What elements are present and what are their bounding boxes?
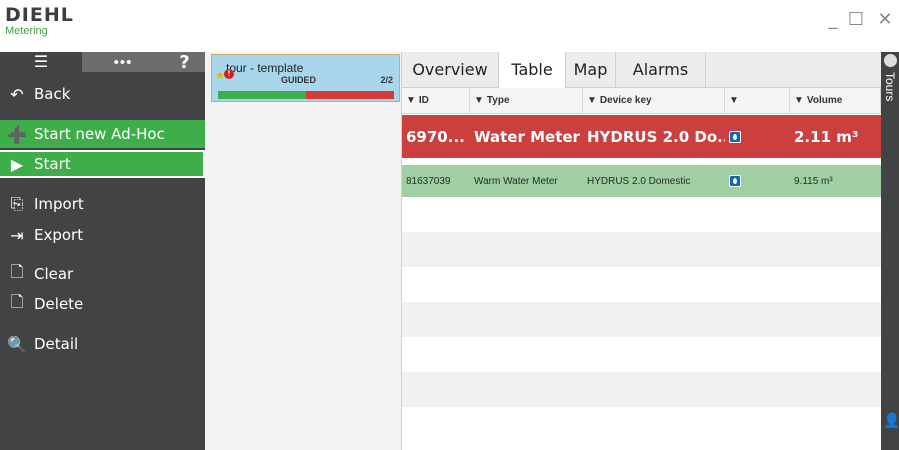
sidebar-item-label: Import <box>34 195 84 213</box>
water-drop-icon <box>729 175 741 187</box>
sidebar-item-label: Start <box>34 155 71 173</box>
table-row[interactable]: 6970... Water Meter HYDRUS 2.0 Do... 2.1… <box>402 115 881 158</box>
cell-medium <box>725 165 790 197</box>
delete-doc-icon: 🗋 <box>10 291 24 311</box>
column-header-type[interactable]: ▼ Type <box>470 88 583 114</box>
table-row[interactable]: 81637039 Warm Water Meter HYDRUS 2.0 Dom… <box>402 165 881 197</box>
back-arrow-icon: ↶ <box>10 84 24 104</box>
sidebar-item-label: Detail <box>34 335 79 353</box>
column-header-icon[interactable]: ▼ <box>725 88 790 114</box>
clear-doc-icon: 🗋 <box>10 261 24 281</box>
play-icon: ▶ <box>10 154 24 174</box>
tour-progress-fill <box>218 91 306 99</box>
maximize-button[interactable]: ☐ <box>841 8 871 32</box>
empty-row <box>402 197 881 232</box>
column-header-device-key[interactable]: ▼ Device key <box>583 88 725 114</box>
tour-mode: GUIDED <box>281 75 317 85</box>
water-drop-icon <box>729 130 741 143</box>
column-header-volume[interactable]: ▼ Volume <box>790 88 881 114</box>
cell-medium <box>725 115 790 158</box>
sidebar-item-label: Back <box>34 85 71 103</box>
sidebar-item-export[interactable]: ⇥ Export <box>0 221 205 249</box>
brand-name: DIEHL <box>5 4 74 26</box>
empty-row <box>402 232 881 267</box>
column-label: Device key <box>599 95 652 106</box>
filter-icon[interactable]: ▼ <box>406 95 416 106</box>
tour-card[interactable]: tour - template ★ ! GUIDED 2/2 <box>211 54 400 102</box>
tour-progress-bar <box>218 91 394 99</box>
tab-table[interactable]: Table <box>499 52 566 89</box>
title-bar: DIEHL Metering _ ☐ ✕ <box>0 0 899 52</box>
cell-device-key: HYDRUS 2.0 Domestic <box>587 175 691 187</box>
main-panel: Overview Table Map Alarms ▼ ID ▼ Type ▼ Dev… <box>402 52 881 450</box>
column-header-id[interactable]: ▼ ID <box>402 88 470 114</box>
cell-id: 6970... <box>406 127 465 146</box>
sidebar-item-label: Start new Ad-Hoc <box>34 125 165 143</box>
sidebar-toolbar: ☰ ••• ? <box>0 52 205 73</box>
help-icon[interactable]: ? <box>164 52 205 73</box>
cell-type: Water Meter <box>474 127 580 146</box>
sidebar-item-label: Export <box>34 226 84 244</box>
export-icon: ⇥ <box>10 225 24 245</box>
cell-id: 81637039 <box>406 175 451 187</box>
filter-icon[interactable]: ▼ <box>794 95 804 106</box>
cell-volume: 2.11 m³ <box>794 127 859 146</box>
column-label: Volume <box>806 95 843 106</box>
cell-volume: 9.115 m³ <box>794 175 833 187</box>
tab-bar: Overview Table Map Alarms <box>402 52 881 89</box>
filter-icon[interactable]: ▼ <box>729 95 739 106</box>
tab-overview[interactable]: Overview <box>402 52 499 88</box>
tab-map[interactable]: Map <box>566 52 616 88</box>
cell-type: Warm Water Meter <box>474 175 558 187</box>
import-icon: ⎘ <box>10 194 24 213</box>
sidebar: ☰ ••• ? ↶ Back ➕ Start new Ad-Hoc ▶ Star… <box>0 52 205 450</box>
globe-icon[interactable] <box>884 54 897 67</box>
sidebar-item-label: Delete <box>34 295 84 313</box>
sidebar-item-back[interactable]: ↶ Back <box>0 80 205 108</box>
search-icon: 🔍 <box>7 334 27 354</box>
filter-icon[interactable]: ▼ <box>474 95 484 106</box>
tab-alarms[interactable]: Alarms <box>616 52 706 88</box>
person-icon[interactable]: 👤 <box>883 412 899 429</box>
brand-subtitle: Metering <box>5 25 48 37</box>
sidebar-item-import[interactable]: ⎘ Import <box>0 190 205 218</box>
close-button[interactable]: ✕ <box>870 8 899 32</box>
tour-name: tour - template <box>226 61 304 75</box>
add-circle-icon: ➕ <box>7 124 27 144</box>
sidebar-item-clear[interactable]: 🗋 Clear <box>0 260 205 288</box>
column-label: ID <box>418 95 429 106</box>
sidebar-item-delete[interactable]: 🗋 Delete <box>0 290 205 318</box>
empty-row <box>402 267 881 302</box>
brand-logo: DIEHL Metering <box>5 6 74 37</box>
hamburger-menu-icon[interactable]: ☰ <box>0 52 82 72</box>
column-label: Type <box>486 95 510 106</box>
empty-row <box>402 407 881 442</box>
alert-icon: ! <box>224 69 234 79</box>
tour-count: 2/2 <box>380 75 393 85</box>
more-options-icon[interactable]: ••• <box>82 52 164 72</box>
cell-device-key: HYDRUS 2.0 Do... <box>587 127 725 146</box>
empty-row <box>402 337 881 372</box>
table-header: ▼ ID ▼ Type ▼ Device key ▼ ▼ Volume <box>402 88 881 114</box>
filter-icon[interactable]: ▼ <box>587 95 597 106</box>
empty-row <box>402 372 881 407</box>
empty-row <box>402 302 881 337</box>
sidebar-item-start-new-ad-hoc[interactable]: ➕ Start new Ad-Hoc <box>0 120 205 148</box>
sidebar-item-label: Clear <box>34 265 74 283</box>
right-rail: Tours 👤 <box>881 52 899 450</box>
sidebar-item-detail[interactable]: 🔍 Detail <box>0 330 205 358</box>
sidebar-item-start[interactable]: ▶ Start <box>0 150 205 178</box>
tour-list: tour - template ★ ! GUIDED 2/2 <box>205 52 402 450</box>
rail-label-tours[interactable]: Tours <box>883 72 897 101</box>
